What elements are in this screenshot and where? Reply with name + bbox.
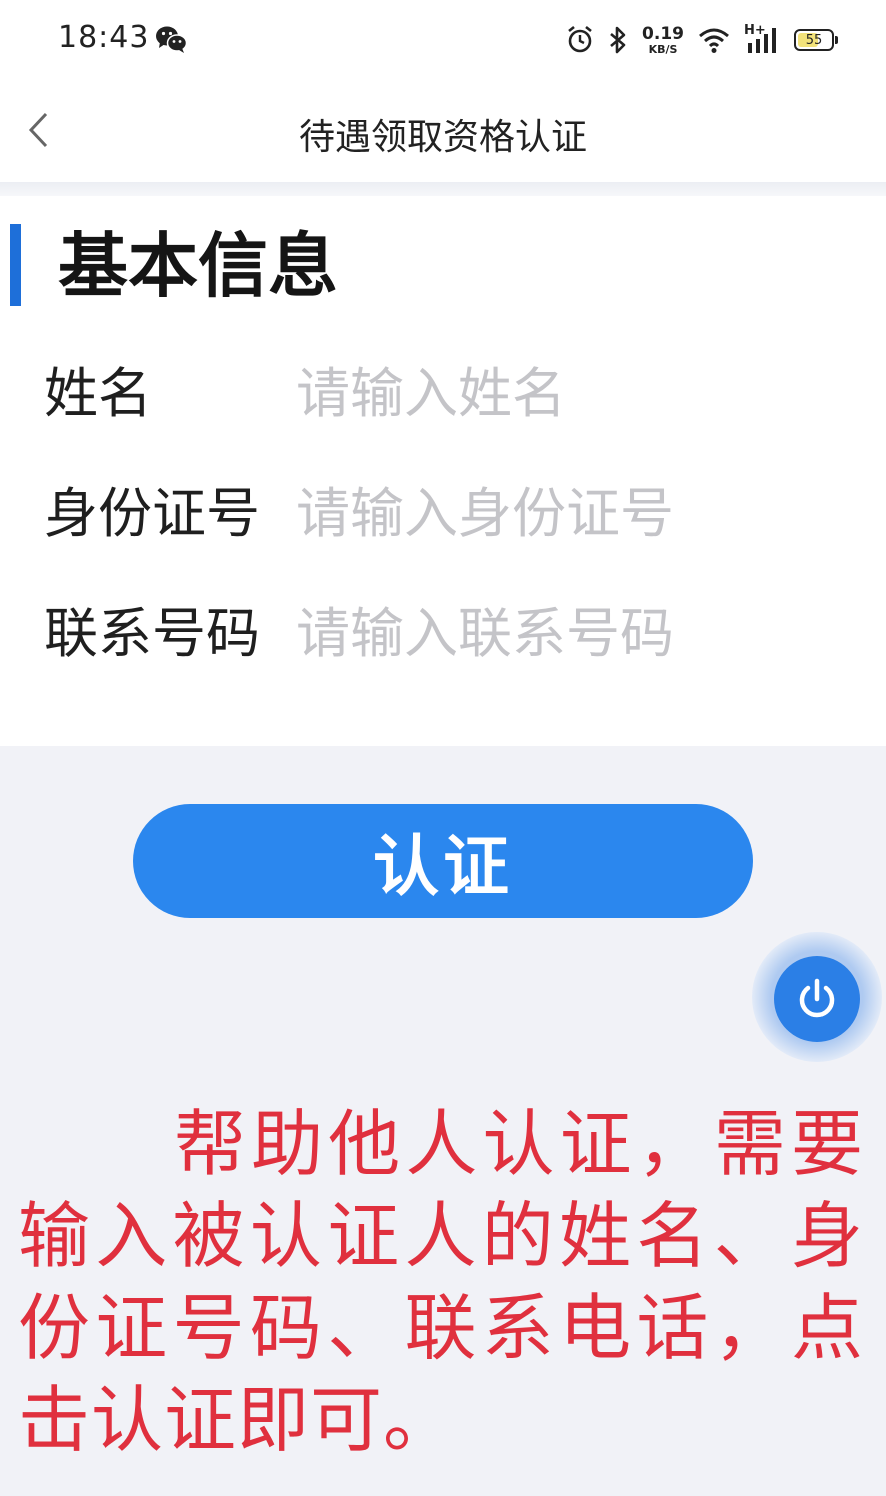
basic-info-card: 基本信息 姓名 身份证号 联系号码 [0,196,886,746]
alarm-icon [568,25,592,53]
status-bar: 18:43 0.19 KB/S H+ 55 [0,0,886,80]
nav-bar: 待遇领取资格认证 [0,80,886,182]
status-icons: 0.19 KB/S H+ 55 [566,22,838,58]
battery-icon: 55 [794,29,838,51]
bluetooth-icon [610,26,626,54]
phone-label: 联系号码 [44,602,260,665]
section-title: 基本信息 [58,225,338,307]
authenticate-button[interactable]: 认证 [133,804,753,918]
status-time: 18:43 [58,20,150,55]
id-number-label: 身份证号 [44,482,260,545]
id-number-input[interactable] [296,482,856,546]
signal-icon: H+ [744,23,780,55]
phone-input[interactable] [296,602,856,666]
power-icon [799,978,835,1018]
name-field-row: 姓名 [0,354,886,434]
wechat-icon [156,26,187,53]
instruction-caption: 帮助他人认证，需要输入被认证人的姓名、身份证号码、联系电话，点击认证即可。 [18,1102,864,1462]
id-number-field-row: 身份证号 [0,474,886,554]
page-title: 待遇领取资格认证 [298,117,587,158]
wifi-icon [699,28,729,53]
name-input[interactable] [296,362,856,426]
name-label: 姓名 [44,362,152,425]
section-accent-bar [10,224,21,306]
net-speed: 0.19 KB/S [642,23,684,56]
phone-field-row: 联系号码 [0,594,886,674]
floating-power-button-inner[interactable] [774,956,860,1042]
nav-divider [0,182,886,196]
floating-power-button[interactable] [752,932,882,1062]
